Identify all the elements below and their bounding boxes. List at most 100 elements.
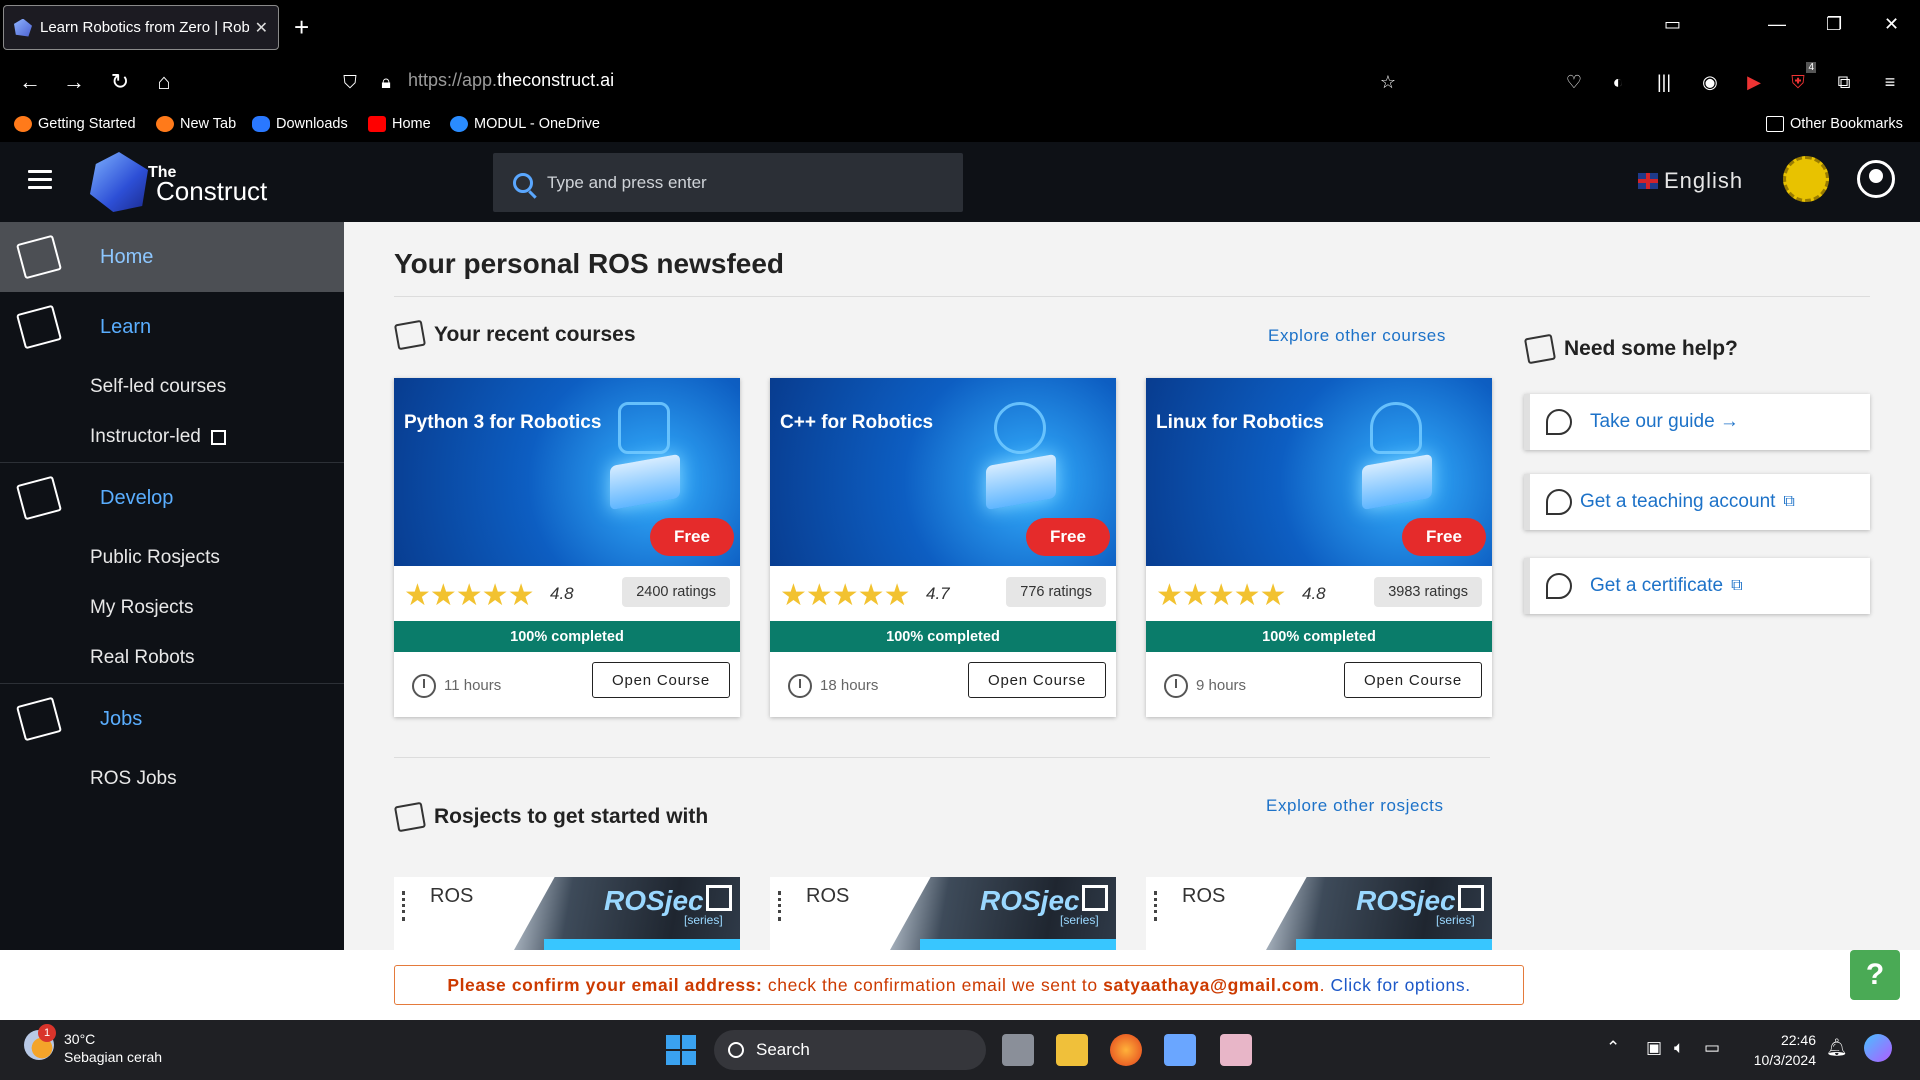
explore-courses-link[interactable]: Explore other courses [1268, 326, 1446, 346]
tab-list-icon[interactable]: ▭ [1664, 14, 1681, 35]
home-icon[interactable]: ⌂ [150, 68, 178, 96]
sidebar-item-develop[interactable]: Develop [0, 463, 344, 533]
site-favicon-icon [14, 18, 32, 37]
sidebar-item-self-led-courses[interactable]: Self-led courses [0, 362, 344, 412]
close-window-button[interactable]: ✕ [1884, 14, 1899, 35]
sidebar-label: My Rosjects [90, 597, 194, 618]
account-icon[interactable]: ◉ [1698, 70, 1722, 94]
file-explorer-icon[interactable] [1056, 1034, 1088, 1066]
explore-rosjects-link[interactable]: Explore other rosjects [1266, 796, 1444, 816]
course-thumbnail[interactable]: C++ for Robotics Free [770, 378, 1116, 566]
the-construct-logo[interactable] [90, 152, 148, 212]
ublock-icon[interactable]: ⛨ 4 [1786, 62, 1816, 94]
firefox-taskbar-icon[interactable] [1110, 1034, 1142, 1066]
course-thumbnail[interactable]: Python 3 for Robotics Free [394, 378, 740, 566]
take-guide-button[interactable]: Take our guide → [1524, 394, 1870, 450]
expand-icon[interactable] [706, 885, 732, 911]
hamburger-menu-icon[interactable] [28, 170, 52, 194]
sidebar-item-public-rosjects[interactable]: Public Rosjects [0, 533, 344, 583]
recent-courses-heading: Your recent courses [393, 319, 636, 351]
sidebar-label: Real Robots [90, 647, 195, 668]
bookmark-label: MODUL - OneDrive [474, 116, 600, 132]
language-selector[interactable]: English [1638, 168, 1743, 194]
search-icon [728, 1042, 744, 1058]
browser-tab[interactable]: Learn Robotics from Zero | Rob ✕ [3, 5, 279, 50]
sidebar-item-home[interactable]: Home [0, 222, 344, 292]
course-card[interactable]: Linux for Robotics Free ★★★★★ 4.8 3983 r… [1146, 378, 1492, 717]
bookmark-downloads[interactable]: Downloads [252, 116, 348, 132]
course-duration: 18 hours [820, 677, 879, 694]
banner-period: . [1319, 974, 1331, 995]
app-icon[interactable] [1220, 1034, 1252, 1066]
browser-tab-bar: Learn Robotics from Zero | Rob ✕ + ▭ — ❐… [0, 0, 1920, 56]
rosject-card[interactable]: ROS ROSjec [series] [770, 877, 1116, 950]
open-course-button[interactable]: Open Course [592, 662, 730, 698]
back-icon[interactable]: ← [16, 68, 44, 96]
bookmark-getting-started[interactable]: Getting Started [14, 116, 136, 132]
rosject-card[interactable]: ROS ROSjec [series] [1146, 877, 1492, 950]
get-certificate-button[interactable]: Get a certificate ⧉ [1524, 558, 1870, 614]
menu-icon[interactable]: ≡ [1878, 70, 1902, 94]
weather-widget[interactable]: 1 30°C Sebagian cerah [24, 1024, 162, 1066]
sidebar-item-instructor-led[interactable]: Instructor-led [0, 412, 344, 462]
sidebar-item-learn[interactable]: Learn [0, 292, 344, 362]
external-link-icon [210, 429, 226, 445]
taskbar-search[interactable]: Search [714, 1030, 986, 1070]
virtualbox-icon[interactable] [1164, 1034, 1196, 1066]
rosjects-heading: Rosjects to get started with [393, 801, 708, 833]
course-thumbnail[interactable]: Linux for Robotics Free [1146, 378, 1492, 566]
bookmark-onedrive[interactable]: MODUL - OneDrive [450, 116, 600, 132]
minimize-button[interactable]: — [1768, 14, 1786, 35]
system-clock[interactable]: 22:46 10/3/2024 [1746, 1030, 1816, 1070]
email-confirmation-banner[interactable]: Please confirm your email address: check… [394, 965, 1524, 1005]
volume-icon[interactable]: 🔈︎ [1674, 1038, 1684, 1058]
help-chat-button[interactable]: ? [1850, 950, 1900, 1000]
other-bookmarks[interactable]: Other Bookmarks [1766, 116, 1903, 132]
progress-bar: 100% completed [1146, 621, 1492, 652]
sidebar-label: Home [100, 245, 154, 268]
sidebar-item-jobs[interactable]: Jobs [0, 684, 344, 754]
pocket-icon[interactable]: ♡ [1562, 70, 1586, 94]
new-tab-button[interactable]: + [294, 14, 309, 40]
restore-button[interactable]: ❐ [1826, 14, 1842, 35]
course-card[interactable]: C++ for Robotics Free ★★★★★ 4.7 776 rati… [770, 378, 1116, 717]
achievement-badge-icon[interactable] [1783, 156, 1829, 202]
bookmark-new-tab[interactable]: New Tab [156, 116, 236, 132]
sidebar-item-real-robots[interactable]: Real Robots [0, 633, 344, 683]
expand-icon[interactable] [1458, 885, 1484, 911]
address-bar[interactable]: https://app.theconstruct.ai [408, 70, 614, 91]
sidebar-item-my-rosjects[interactable]: My Rosjects [0, 583, 344, 633]
course-card[interactable]: Python 3 for Robotics Free ★★★★★ 4.8 240… [394, 378, 740, 717]
close-tab-icon[interactable]: ✕ [255, 18, 268, 38]
firefox-icon [156, 116, 174, 132]
bookmark-home[interactable]: Home [368, 116, 431, 132]
dark-mode-icon[interactable]: ◐ [1606, 70, 1630, 94]
library-icon[interactable]: ||| [1652, 70, 1676, 94]
battery-icon[interactable]: ▭ [1704, 1038, 1720, 1058]
reload-icon[interactable]: ↻ [106, 68, 134, 96]
teaching-account-button[interactable]: Get a teaching account ⧉ [1524, 474, 1870, 530]
extensions-icon[interactable]: ⧉ [1832, 70, 1856, 94]
task-view-icon[interactable] [1002, 1034, 1034, 1066]
weather-badge: 1 [38, 1024, 56, 1042]
expand-icon[interactable] [1082, 885, 1108, 911]
search-input[interactable]: Type and press enter [493, 153, 963, 212]
bookmark-star-icon[interactable]: ☆ [1376, 70, 1400, 94]
network-icon[interactable]: ▣ [1646, 1038, 1662, 1058]
notifications-icon[interactable]: 🔔︎ [1826, 1038, 1848, 1058]
open-course-button[interactable]: Open Course [1344, 662, 1482, 698]
rosject-card[interactable]: ROS ROSjec [series] [394, 877, 740, 950]
copilot-icon[interactable] [1864, 1034, 1892, 1062]
forward-icon[interactable]: → [60, 68, 88, 96]
user-avatar-icon[interactable] [1857, 160, 1895, 198]
youtube-extension-icon[interactable]: ▶ [1742, 70, 1766, 94]
click-for-options-link[interactable]: Click for options. [1331, 975, 1471, 996]
windows-start-icon[interactable] [666, 1035, 696, 1065]
lock-icon[interactable]: 🔒︎ [372, 68, 400, 96]
tab-title: Learn Robotics from Zero | Rob [40, 19, 249, 36]
python-logo-icon [618, 402, 670, 454]
open-course-button[interactable]: Open Course [968, 662, 1106, 698]
show-hidden-icons-icon[interactable]: ⌃ [1606, 1038, 1620, 1058]
shield-icon[interactable]: ⛉ [336, 68, 364, 96]
sidebar-item-ros-jobs[interactable]: ROS Jobs [0, 754, 344, 804]
